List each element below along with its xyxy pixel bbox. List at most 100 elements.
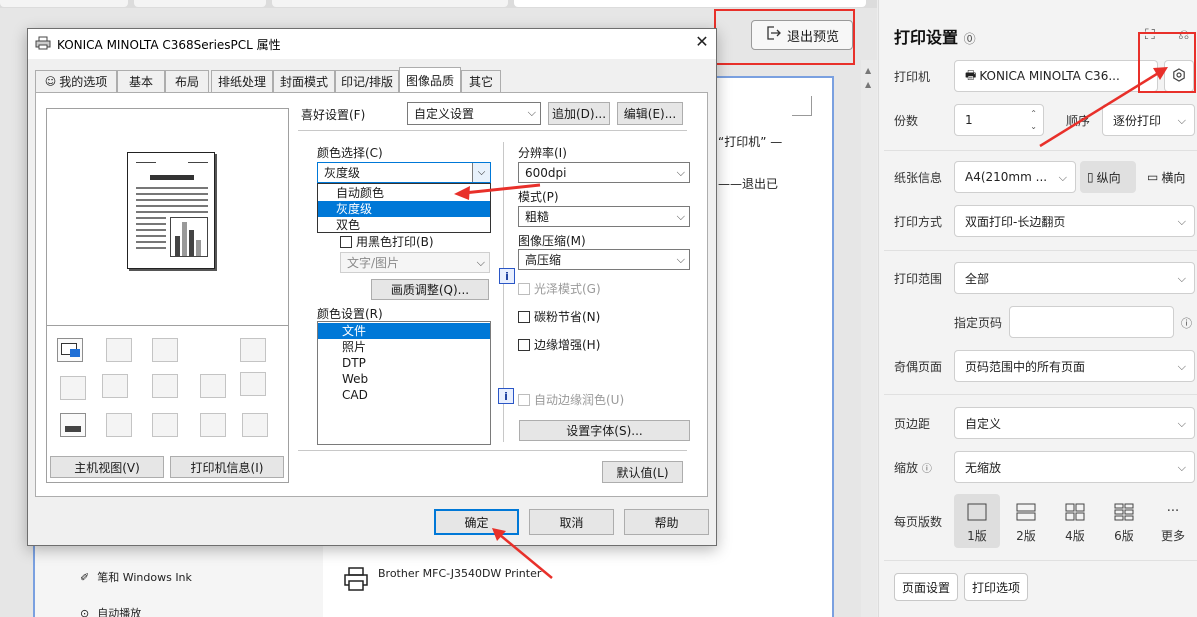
watermark-function-icon (152, 374, 178, 398)
chevron-down-icon: ⌵ (1177, 272, 1186, 285)
color-select-dropdown[interactable]: 自动颜色 灰度级 双色 (317, 183, 491, 233)
pattern-select[interactable]: 粗糙 ⌵ (518, 206, 690, 227)
color-setting-dtp[interactable]: DTP (318, 355, 490, 371)
tab-stamp[interactable]: 印记/排版 (335, 70, 399, 92)
paper-size-select[interactable]: A4(210mm ... ⌵ (954, 161, 1076, 193)
black-print-checkbox[interactable]: 用黑色打印(B) (340, 233, 434, 250)
layout-option-2[interactable]: 2版 (1003, 494, 1049, 548)
scroll-up-icon[interactable]: ▲ (865, 66, 871, 75)
margin-select[interactable]: 自定义 ⌵ (954, 407, 1195, 439)
color-option-two-color[interactable]: 双色 (318, 217, 490, 233)
compression-label: 图像压缩(M) (518, 234, 586, 248)
default-button[interactable]: 默认值(L) (602, 461, 683, 483)
copies-label: 份数 (894, 114, 919, 128)
portrait-button[interactable]: ▯ 纵向 (1080, 161, 1136, 193)
print-options-button[interactable]: 打印选项 (964, 573, 1028, 601)
chart-thumbnail-icon (170, 217, 208, 257)
app-tab-active[interactable] (514, 0, 866, 7)
pages-input[interactable] (1009, 306, 1174, 338)
favorite-label: 喜好设置(F) (301, 108, 366, 122)
divider (298, 130, 687, 131)
odd-even-select[interactable]: 页码范围中的所有页面 ⌵ (954, 350, 1195, 382)
zoom-function-icon (200, 374, 226, 398)
printer-info-button[interactable]: 打印机信息(I) (170, 456, 284, 478)
tab-other[interactable]: 其它 (461, 70, 501, 92)
cancel-button[interactable]: 取消 (529, 509, 614, 535)
user-icon: ☺ (44, 75, 57, 88)
add-favorite-button[interactable]: 追加(D)... (548, 102, 610, 125)
favorite-select[interactable]: 自定义设置 ⌵ (407, 102, 541, 125)
help-icon[interactable]: ⓘ (1181, 315, 1192, 331)
print-mode-label: 打印方式 (894, 215, 943, 229)
color-setting-document[interactable]: 文件 (318, 323, 490, 339)
layout-option-4[interactable]: 4版 (1052, 494, 1098, 548)
chevron-down-icon: ⌵ (472, 163, 490, 182)
tab-my-options[interactable]: ☺ 我的选项 (35, 70, 117, 92)
scale-select[interactable]: 无缩放 ⌵ (954, 451, 1195, 483)
paper-label: 纸张信息 (894, 171, 943, 185)
stepper-arrows-icon: ⌃ ⌄ (1030, 109, 1037, 131)
copies-stepper[interactable]: 1 ⌃ ⌄ (954, 104, 1044, 136)
order-label: 顺序 (1066, 114, 1091, 128)
more-icon: ··· (1166, 504, 1180, 519)
print-range-select[interactable]: 全部 ⌵ (954, 262, 1195, 294)
color-settings-list[interactable]: 文件 照片 DTP Web CAD (317, 321, 491, 445)
print-mode-select[interactable]: 双面打印-长边翻页 ⌵ (954, 205, 1195, 237)
black-print-select[interactable]: 文字/图片 ⌵ (340, 252, 490, 273)
close-icon[interactable]: ✕ (693, 32, 711, 52)
layout-option-1[interactable]: 1版 (954, 494, 1000, 548)
tab-cover[interactable]: 封面模式 (273, 70, 335, 92)
divider (884, 250, 1197, 251)
odd-even-label: 奇偶页面 (894, 360, 943, 374)
quality-adjust-button[interactable]: 画质调整(Q)... (371, 279, 489, 300)
printer-select[interactable]: 🖶 KONICA MINOLTA C36... (954, 60, 1158, 92)
info-icon[interactable]: i (498, 388, 514, 404)
number-function-icon (200, 413, 226, 437)
duplex-function-icon (60, 376, 86, 400)
layout-option-more[interactable]: ··· 更多 (1150, 494, 1196, 548)
page-setup-button[interactable]: 页面设置 (894, 573, 958, 601)
layout-option-6[interactable]: 6版 (1101, 494, 1147, 548)
preview-scrollbar[interactable] (861, 60, 877, 617)
scroll-up-icon[interactable]: ▲ (865, 80, 871, 89)
info-icon[interactable]: i (499, 268, 515, 284)
font-settings-button[interactable]: 设置字体(S)... (519, 420, 690, 441)
color-select[interactable]: 灰度级 ⌵ (317, 162, 491, 183)
tab-finishing[interactable]: 排纸处理 (211, 70, 273, 92)
help-button[interactable]: 帮助 (624, 509, 709, 535)
resolution-select[interactable]: 600dpi ⌵ (518, 162, 690, 183)
landscape-icon: ▭ (1147, 170, 1159, 184)
gloss-mode-checkbox[interactable]: 光泽模式(G) (518, 280, 601, 297)
tab-layout[interactable]: 布局 (165, 70, 209, 92)
chevron-down-icon: ⌵ (1058, 171, 1067, 184)
compression-select[interactable]: 高压缩 ⌵ (518, 249, 690, 270)
color-setting-cad[interactable]: CAD (318, 387, 490, 403)
app-tab[interactable] (272, 0, 508, 7)
app-tab[interactable] (134, 0, 266, 7)
edit-favorite-button[interactable]: 编辑(E)... (617, 102, 683, 125)
chevron-down-icon: ⌵ (1177, 114, 1186, 127)
auto-trapping-checkbox[interactable]: 自动边缘润色(U) (518, 391, 624, 408)
toner-save-checkbox[interactable]: 碳粉节省(N) (518, 308, 600, 325)
tab-basic[interactable]: 基本 (117, 70, 165, 92)
highlight-box (1138, 32, 1196, 93)
order-select[interactable]: 逐份打印 ⌵ (1102, 104, 1195, 136)
copy-function-icon (152, 338, 178, 362)
chevron-down-icon: ⌵ (676, 166, 685, 179)
color-option-auto[interactable]: 自动颜色 (318, 185, 490, 201)
color-setting-photo[interactable]: 照片 (318, 339, 490, 355)
host-view-button[interactable]: 主机视图(V) (50, 456, 164, 478)
divider (46, 325, 289, 326)
color-setting-web[interactable]: Web (318, 371, 490, 387)
color-option-grayscale[interactable]: 灰度级 (318, 201, 490, 217)
help-icon: ⓪ (963, 32, 976, 46)
layout-4-icon (1065, 503, 1085, 521)
chevron-down-icon: ⌵ (527, 106, 536, 119)
preview-text: ——退出已 (718, 177, 779, 191)
landscape-button[interactable]: ▭ 横向 (1140, 161, 1196, 193)
edge-enhance-checkbox[interactable]: 边缘增强(H) (518, 336, 600, 353)
panel-title: 打印设置 ⓪ (894, 28, 976, 47)
ok-button[interactable]: 确定 (434, 509, 519, 535)
app-tab[interactable] (0, 0, 128, 7)
tab-image-quality[interactable]: 图像品质 (399, 67, 461, 93)
